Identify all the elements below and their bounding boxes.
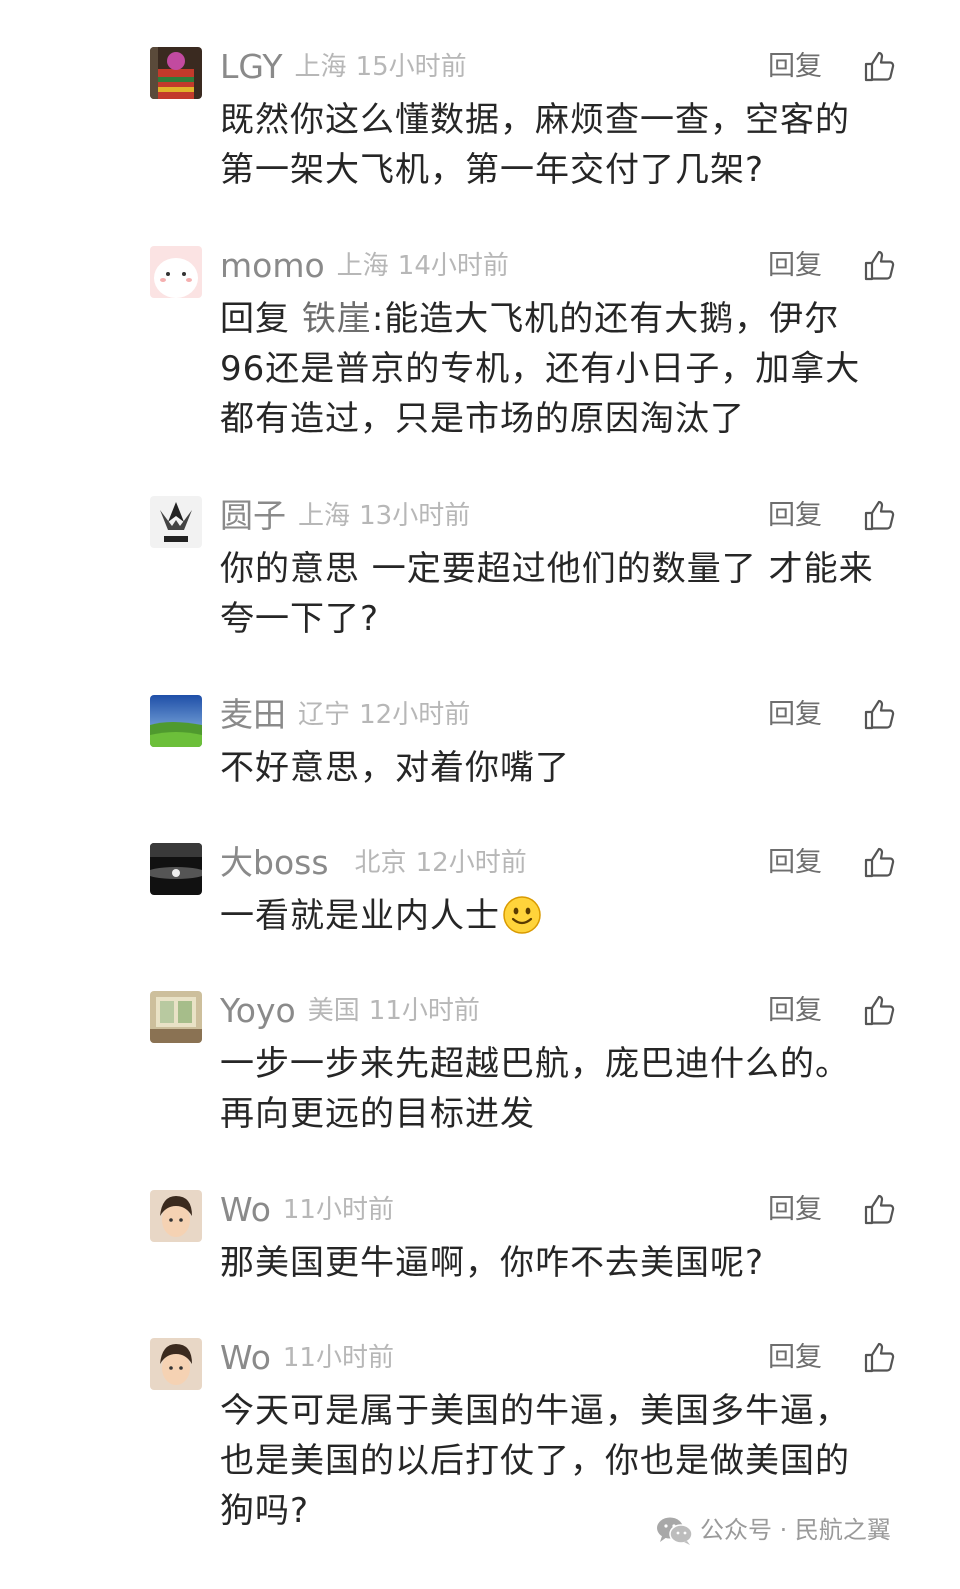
location: 辽宁 bbox=[298, 700, 351, 730]
timestamp: 11小时前 bbox=[368, 996, 480, 1026]
comment-text: 不好意思，对着你嘴了 bbox=[220, 743, 910, 793]
comment-line: 今天可是属于美国的牛逼，美国多牛逼， bbox=[220, 1391, 850, 1431]
comment-text: 既然你这么懂数据，麻烦查一查，空客的 第一架大飞机，第一年交付了几架? bbox=[220, 95, 910, 195]
comment-header: 麦田 辽宁 12小时前 bbox=[220, 695, 470, 735]
location: 美国 bbox=[307, 996, 360, 1026]
comment-line: 也是美国的以后打仗了，你也是做美国的 bbox=[220, 1441, 850, 1481]
thumbs-up-icon[interactable] bbox=[862, 248, 896, 282]
location: 北京 bbox=[354, 848, 407, 878]
comment-line: 夸一下了? bbox=[220, 599, 380, 639]
timestamp: 12小时前 bbox=[415, 848, 527, 878]
comment-line: 96还是普京的专机，还有小日子，加拿大 bbox=[220, 349, 861, 389]
comment-line: 那美国更牛逼啊，你咋不去美国呢? bbox=[220, 1243, 765, 1283]
reply-button[interactable]: 回复 bbox=[768, 1338, 822, 1378]
comment-text: 你的意思 一定要超过他们的数量了 才能来 夸一下了? bbox=[220, 544, 910, 644]
comment-header: LGY 上海 15小时前 bbox=[220, 47, 467, 87]
timestamp: 11小时前 bbox=[282, 1195, 394, 1225]
avatar-image bbox=[150, 1338, 202, 1390]
location: 上海 bbox=[336, 251, 389, 281]
mention-link[interactable]: 铁崖 bbox=[302, 299, 372, 339]
comment-header: Wo 11小时前 bbox=[220, 1190, 394, 1230]
wechat-icon bbox=[657, 1517, 693, 1545]
avatar[interactable] bbox=[150, 695, 202, 747]
avatar[interactable] bbox=[150, 496, 202, 548]
comment-line: 第一架大飞机，第一年交付了几架? bbox=[220, 150, 765, 190]
comment-line: 不好意思，对着你嘴了 bbox=[220, 748, 570, 788]
reply-button[interactable]: 回复 bbox=[768, 991, 822, 1031]
thumbs-up-icon[interactable] bbox=[862, 498, 896, 532]
comment-header: Yoyo 美国 11小时前 bbox=[220, 991, 480, 1031]
username[interactable]: 大boss bbox=[220, 843, 329, 882]
watermark-text: 公众号 · 民航之翼 bbox=[700, 1516, 891, 1544]
avatar[interactable] bbox=[150, 246, 202, 298]
comment-header: 圆子 上海 13小时前 bbox=[220, 496, 470, 536]
reply-button[interactable]: 回复 bbox=[768, 843, 822, 883]
thumbs-up-icon[interactable] bbox=[862, 697, 896, 731]
comment-header: 大boss 北京 12小时前 bbox=[220, 843, 527, 883]
avatar[interactable] bbox=[150, 991, 202, 1043]
avatar[interactable] bbox=[150, 1338, 202, 1390]
comment-line-text: :能造大飞机的还有大鹅，伊尔 bbox=[371, 299, 840, 339]
avatar-image bbox=[150, 991, 202, 1043]
reply-button[interactable]: 回复 bbox=[768, 47, 822, 87]
reply-button[interactable]: 回复 bbox=[768, 496, 822, 536]
timestamp: 13小时前 bbox=[359, 501, 471, 531]
username[interactable]: 圆子 bbox=[220, 496, 286, 535]
avatar-image bbox=[150, 496, 202, 548]
reply-button[interactable]: 回复 bbox=[768, 246, 822, 286]
watermark: 公众号 · 民航之翼 bbox=[656, 1510, 891, 1550]
location: 上海 bbox=[298, 501, 351, 531]
username[interactable]: Wo bbox=[220, 1338, 271, 1377]
username[interactable]: LGY bbox=[220, 47, 282, 86]
comment-line: 回复 铁崖:能造大飞机的还有大鹅，伊尔 bbox=[220, 294, 910, 344]
avatar-image bbox=[150, 695, 202, 747]
thumbs-up-icon[interactable] bbox=[862, 1340, 896, 1374]
smiley-emoji bbox=[503, 896, 541, 934]
thumbs-up-icon[interactable] bbox=[862, 993, 896, 1027]
comment-text: 一步一步来先超越巴航，庞巴迪什么的。 再向更远的目标进发 bbox=[220, 1039, 910, 1139]
comment-line: 你的意思 一定要超过他们的数量了 才能来 bbox=[220, 549, 874, 589]
timestamp: 11小时前 bbox=[282, 1343, 394, 1373]
timestamp: 12小时前 bbox=[359, 700, 471, 730]
timestamp: 14小时前 bbox=[397, 251, 509, 281]
comment-line: 一看就是业内人士 bbox=[220, 891, 910, 941]
thumbs-up-icon[interactable] bbox=[862, 845, 896, 879]
reply-button[interactable]: 回复 bbox=[768, 695, 822, 735]
comment-text: 一看就是业内人士 bbox=[220, 891, 910, 941]
comment-text: 那美国更牛逼啊，你咋不去美国呢? bbox=[220, 1238, 910, 1288]
comment-line: 既然你这么懂数据，麻烦查一查，空客的 bbox=[220, 100, 850, 140]
avatar-image bbox=[150, 246, 202, 298]
username[interactable]: Yoyo bbox=[220, 991, 296, 1030]
avatar-image bbox=[150, 843, 202, 895]
thumbs-up-icon[interactable] bbox=[862, 1192, 896, 1226]
avatar[interactable] bbox=[150, 843, 202, 895]
comment-line: 都有造过，只是市场的原因淘汰了 bbox=[220, 399, 745, 439]
thumbs-up-icon[interactable] bbox=[862, 49, 896, 83]
timestamp: 15小时前 bbox=[355, 52, 467, 82]
comment-line: 再向更远的目标进发 bbox=[220, 1094, 535, 1134]
avatar-image bbox=[150, 1190, 202, 1242]
comment-header: momo 上海 14小时前 bbox=[220, 246, 509, 286]
comment-text: 回复 铁崖:能造大飞机的还有大鹅，伊尔 96还是普京的专机，还有小日子，加拿大 … bbox=[220, 294, 910, 444]
comment-line: 一步一步来先超越巴航，庞巴迪什么的。 bbox=[220, 1044, 850, 1084]
username[interactable]: momo bbox=[220, 246, 325, 285]
username[interactable]: Wo bbox=[220, 1190, 271, 1229]
reply-prefix: 回复 bbox=[220, 299, 290, 339]
comment-header: Wo 11小时前 bbox=[220, 1338, 394, 1378]
avatar-image bbox=[150, 47, 202, 99]
username[interactable]: 麦田 bbox=[220, 695, 286, 734]
comment-line-text: 一看就是业内人士 bbox=[220, 896, 500, 936]
location: 上海 bbox=[294, 52, 347, 82]
avatar[interactable] bbox=[150, 47, 202, 99]
avatar[interactable] bbox=[150, 1190, 202, 1242]
reply-button[interactable]: 回复 bbox=[768, 1190, 822, 1230]
